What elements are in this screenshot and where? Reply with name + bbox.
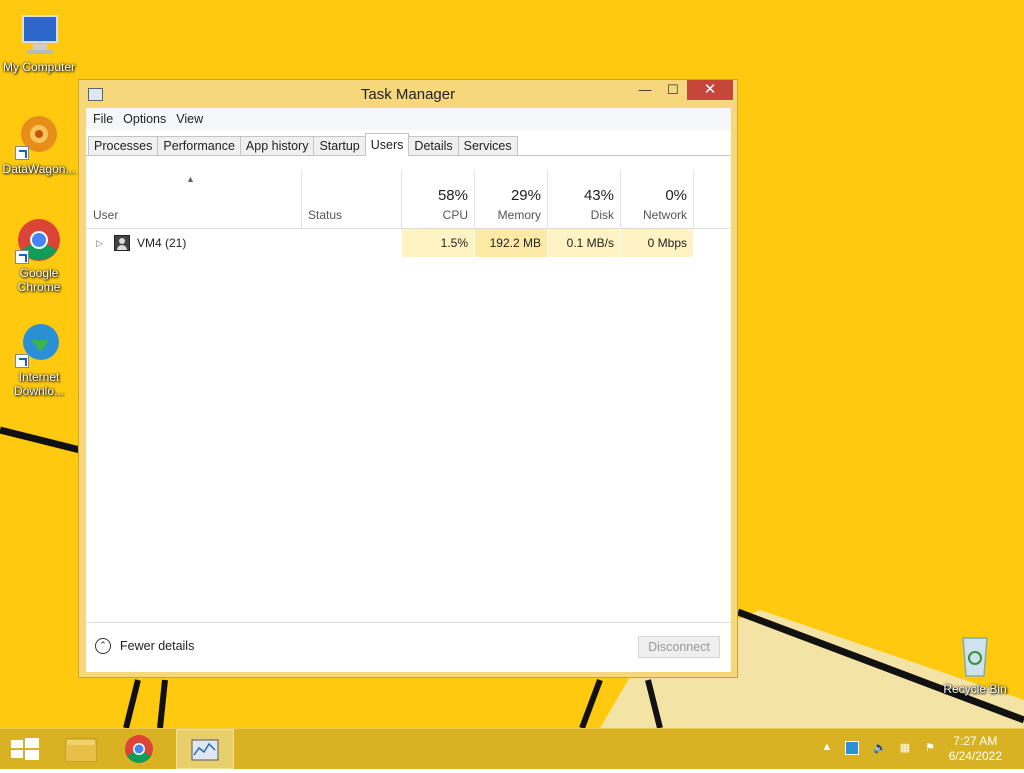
minimize-button[interactable]: — (631, 80, 659, 100)
desktop-icon-label: Chrome (17, 280, 61, 294)
start-button[interactable] (0, 729, 50, 769)
desktop-icon-datawagon[interactable]: DataWagon... (0, 112, 78, 176)
row-status (302, 229, 401, 257)
column-header-network[interactable]: 0% Network (621, 170, 693, 228)
fewer-details-link[interactable]: Fewer details (120, 639, 194, 653)
title-bar[interactable]: Task Manager — ☐ ✕ (79, 80, 737, 108)
desktop-icon-my-computer[interactable]: My Computer (0, 10, 78, 74)
column-separator[interactable] (693, 170, 694, 228)
tab-performance[interactable]: Performance (157, 136, 241, 156)
desktop-icon-google-chrome[interactable]: Google Chrome (0, 216, 78, 294)
task-manager-window: Task Manager — ☐ ✕ File Options View Pro… (78, 79, 738, 678)
shortcut-arrow-icon (15, 146, 29, 160)
tab-app-history[interactable]: App history (239, 136, 315, 156)
table-row[interactable]: ▷ VM4 (21) 1.5% 192.2 MB 0.1 MB/s 0 Mbps (86, 229, 731, 257)
disk-total-percent: 43% (583, 187, 614, 204)
taskbar-file-explorer[interactable] (52, 729, 110, 769)
shortcut-arrow-icon (15, 354, 29, 368)
footer-bar: ⌃ Fewer details Disconnect (86, 622, 731, 672)
column-label-cpu: CPU (442, 208, 468, 222)
window-client-area: File Options View Processes Performance … (86, 108, 731, 672)
task-manager-icon (191, 739, 219, 761)
desktop-icon-label: Google (19, 266, 59, 280)
row-network: 0 Mbps (621, 229, 693, 257)
maximize-button[interactable]: ☐ (659, 80, 687, 100)
taskbar-chrome[interactable] (110, 729, 168, 769)
column-label-network: Network (642, 208, 687, 222)
row-user-name: VM4 (21) (137, 236, 187, 250)
column-header-cpu[interactable]: 58% CPU (402, 170, 474, 228)
expand-arrow-icon[interactable]: ▷ (96, 229, 103, 257)
column-label-memory: Memory (497, 208, 541, 222)
windows-logo-icon (11, 738, 39, 760)
taskbar: ▲ 🔈 ▦ ⚑ 7:27 AM 6/24/2022 (0, 728, 1024, 769)
recycle-bin-icon (951, 632, 999, 680)
network-total-percent: 0% (665, 187, 687, 204)
tab-processes[interactable]: Processes (88, 136, 159, 156)
desktop-icon-label: Recycle Bin (943, 682, 1007, 696)
row-disk: 0.1 MB/s (548, 229, 620, 257)
column-label-user: User (93, 208, 119, 222)
show-hidden-icons-chevron-icon[interactable]: ▲ (820, 741, 834, 755)
chrome-icon (125, 735, 153, 763)
shortcut-arrow-icon (15, 250, 29, 264)
clock-time: 7:27 AM (953, 734, 998, 748)
menu-options[interactable]: Options (118, 112, 171, 126)
tab-strip: Processes Performance App history Startu… (88, 133, 518, 156)
desktop-icon-label: Downlo... (13, 384, 65, 398)
row-cpu: 1.5% (402, 229, 474, 257)
action-center-icon[interactable] (845, 741, 859, 755)
desktop-icon-label: DataWagon... (2, 162, 76, 176)
disconnect-button[interactable]: Disconnect (638, 636, 720, 658)
cpu-total-percent: 58% (437, 187, 468, 204)
memory-total-percent: 29% (510, 187, 541, 204)
system-clock[interactable]: 7:27 AM 6/24/2022 (949, 734, 1002, 764)
volume-muted-icon[interactable]: 🔈 (873, 741, 887, 755)
user-avatar-icon (114, 235, 130, 251)
desktop-icon-recycle-bin[interactable]: Recycle Bin (936, 632, 1014, 696)
row-memory: 192.2 MB (475, 229, 547, 257)
column-label-disk: Disk (590, 208, 614, 222)
collapse-chevron-up-icon[interactable]: ⌃ (95, 638, 111, 654)
tab-details[interactable]: Details (408, 136, 459, 156)
column-header-user[interactable]: ▲ User (86, 170, 301, 228)
taskbar-task-manager[interactable] (176, 729, 234, 769)
desktop-icon-internet-download[interactable]: Internet Downlo... (0, 320, 78, 398)
tab-startup[interactable]: Startup (313, 136, 366, 156)
column-header: ▲ User Status 58% CPU 29% Memory 43% Dis… (86, 170, 731, 229)
clock-date: 6/24/2022 (948, 749, 1002, 763)
internet-download-manager-icon (15, 320, 63, 368)
desktop-icon-label: My Computer (2, 60, 76, 74)
menu-view[interactable]: View (171, 112, 208, 126)
computer-icon (15, 10, 63, 58)
datawagon-icon (15, 112, 63, 160)
folder-icon (65, 738, 97, 762)
column-header-status[interactable]: Status (302, 170, 401, 228)
desktop-icon-label: Internet (18, 370, 60, 384)
chrome-icon (15, 216, 63, 264)
power-flag-icon[interactable]: ⚑ (923, 741, 937, 755)
sort-ascending-icon: ▲ (186, 174, 195, 184)
tab-services[interactable]: Services (457, 136, 518, 156)
network-icon[interactable]: ▦ (898, 741, 912, 755)
menu-bar: File Options View (86, 108, 731, 130)
menu-file[interactable]: File (88, 112, 118, 126)
column-header-disk[interactable]: 43% Disk (548, 170, 620, 228)
close-button[interactable]: ✕ (687, 80, 733, 100)
column-label-status: Status (308, 208, 343, 222)
tab-users[interactable]: Users (364, 133, 410, 156)
column-header-memory[interactable]: 29% Memory (475, 170, 547, 228)
